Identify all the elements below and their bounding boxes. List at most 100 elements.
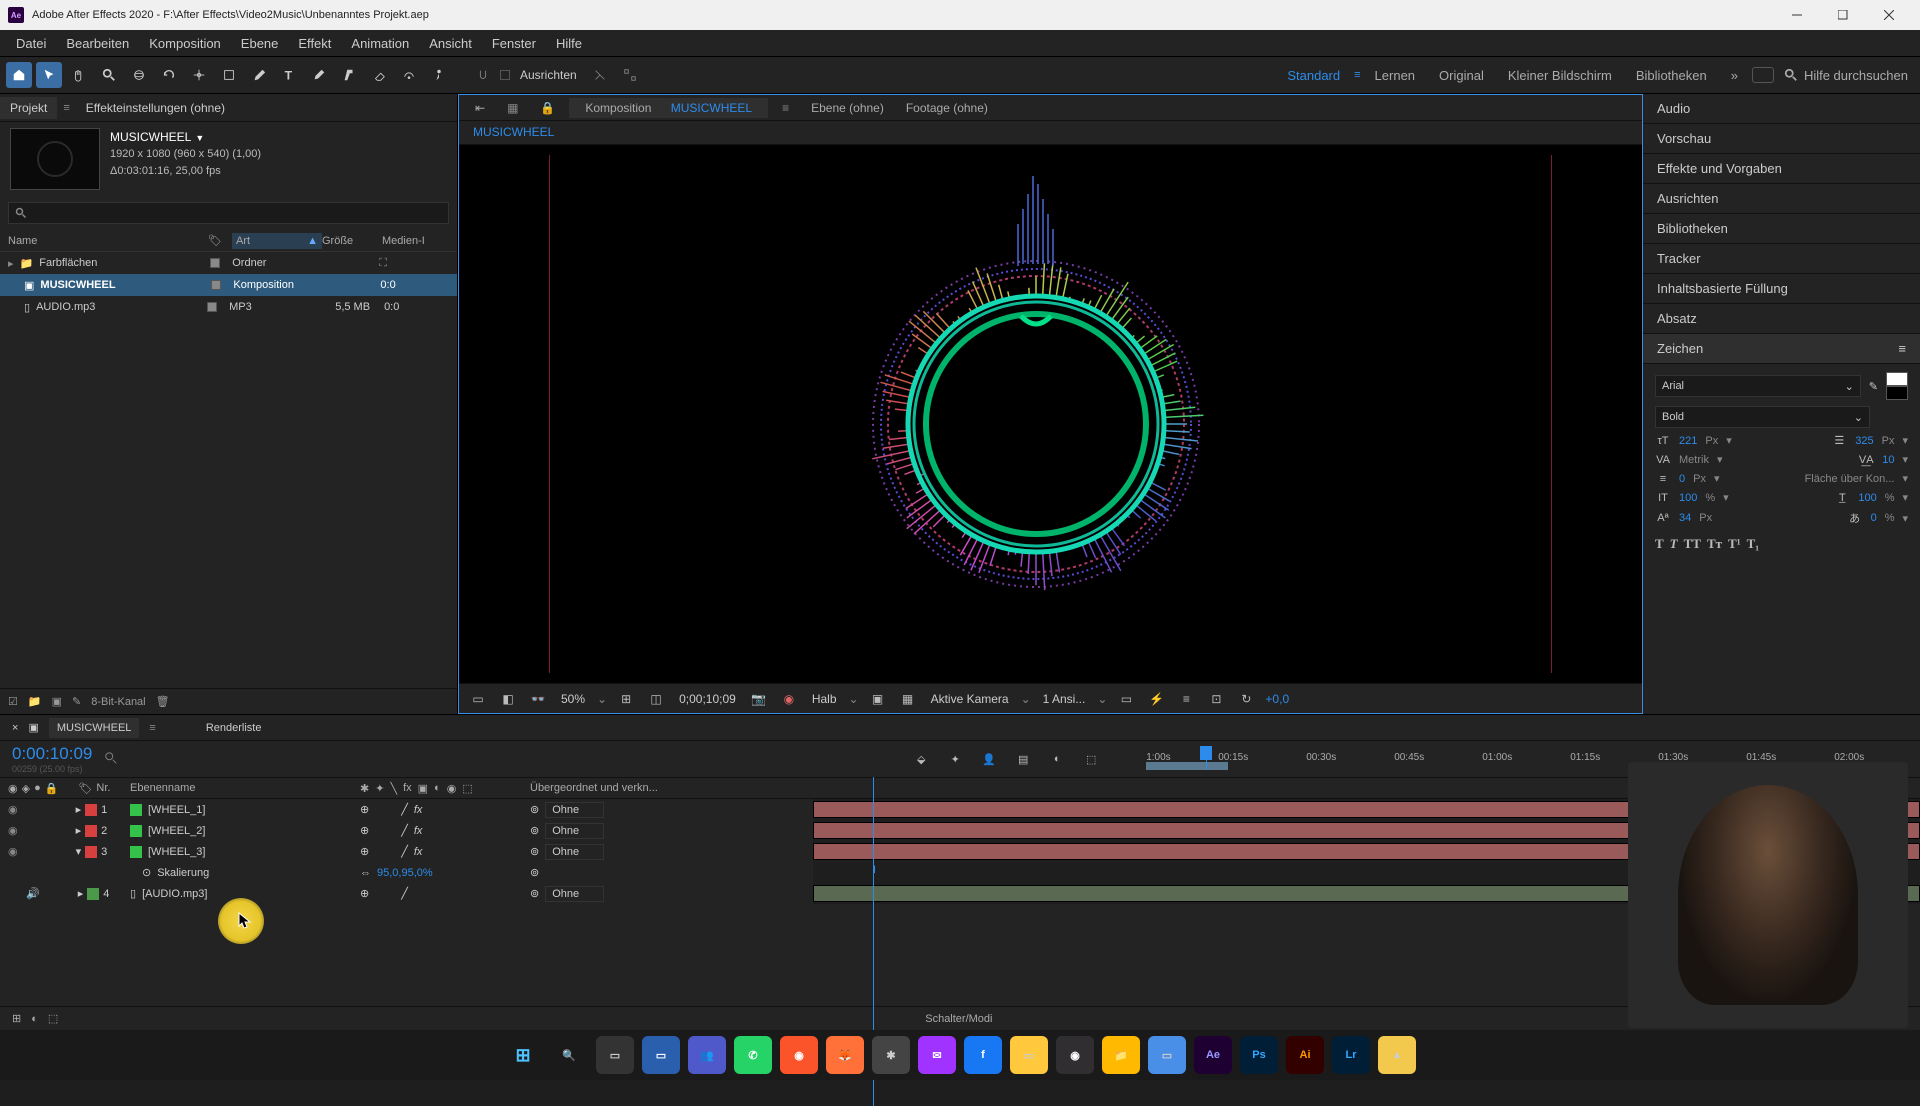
col-name[interactable]: Name <box>8 235 208 247</box>
parent-pick-icon[interactable]: ⊚ <box>530 887 539 900</box>
col-tag-icon[interactable]: 🏷 <box>208 234 232 247</box>
channel-icon[interactable]: ◉ <box>778 688 800 710</box>
align-checkbox[interactable] <box>500 70 510 80</box>
project-row-folder[interactable]: ▸ 📁 Farbflächen Ordner ⛶ <box>0 252 457 274</box>
superscript-button[interactable]: T¹ <box>1728 536 1741 552</box>
smallcaps-button[interactable]: Tᴛ <box>1707 536 1722 552</box>
menu-bearbeiten[interactable]: Bearbeiten <box>58 33 137 54</box>
files-icon[interactable]: 📁 <box>1102 1036 1140 1074</box>
tl-graph-icon[interactable]: ▤ <box>1012 748 1034 770</box>
exposure-value[interactable]: +0,0 <box>1265 692 1289 706</box>
baseline-value[interactable]: 34 <box>1679 512 1691 524</box>
tab-projekt[interactable]: Projekt <box>0 97 57 119</box>
roi-icon[interactable]: ▣ <box>867 688 889 710</box>
orbit-tool[interactable] <box>126 62 152 88</box>
workspace-kleiner[interactable]: Kleiner Bildschirm <box>1498 68 1622 83</box>
start-button[interactable]: ⊞ <box>504 1036 542 1074</box>
trash-icon[interactable]: 🗑 <box>156 695 170 708</box>
transp-icon[interactable]: ▦ <box>897 688 919 710</box>
tl-opt1-icon[interactable]: ⬙ <box>910 748 932 770</box>
eye-icon[interactable]: ◉ <box>8 845 18 858</box>
workspace-lernen[interactable]: Lernen <box>1365 68 1425 83</box>
tl-mb-icon[interactable]: ◐ <box>1046 748 1068 770</box>
app1-icon[interactable]: ✱ <box>872 1036 910 1074</box>
menu-ebene[interactable]: Ebene <box>233 33 287 54</box>
chevron-down-icon[interactable]: ⌄ <box>849 692 859 706</box>
help-search[interactable]: Hilfe durchsuchen <box>1778 68 1914 83</box>
parent-pick-icon[interactable]: ⊚ <box>530 845 539 858</box>
menu-hilfe[interactable]: Hilfe <box>548 33 590 54</box>
explorer-icon[interactable]: ▭ <box>642 1036 680 1074</box>
vscale-value[interactable]: 100 <box>1858 492 1876 504</box>
menu-ansicht[interactable]: Ansicht <box>421 33 480 54</box>
project-row-comp[interactable]: ▣ MUSICWHEEL Komposition 0:0 <box>0 274 457 296</box>
font-weight-select[interactable]: Bold⌄ <box>1655 406 1870 428</box>
menu-effekt[interactable]: Effekt <box>290 33 339 54</box>
tab-footage[interactable]: Footage (ohne) <box>898 98 996 118</box>
menu-animation[interactable]: Animation <box>343 33 417 54</box>
hscale-value[interactable]: 100 <box>1679 492 1697 504</box>
panel-bibliotheken[interactable]: Bibliotheken <box>1643 214 1920 244</box>
workspace-standard[interactable]: Standard <box>1277 68 1350 83</box>
frame-blend-icon[interactable]: ◐ <box>31 1013 38 1025</box>
eraser-tool[interactable] <box>366 62 392 88</box>
views-dropdown[interactable]: 1 Ansi... <box>1039 692 1090 706</box>
grid-icon[interactable]: ⊞ <box>615 688 637 710</box>
panel-tracker[interactable]: Tracker <box>1643 244 1920 274</box>
col-art[interactable]: Art ▲ <box>232 233 322 249</box>
tab-ebene[interactable]: Ebene (ohne) <box>803 98 892 118</box>
hand-tool[interactable] <box>66 62 92 88</box>
tab-komposition-menu[interactable]: ≡ <box>774 98 797 118</box>
panel-zeichen[interactable]: Zeichen≡ <box>1643 334 1920 364</box>
timeline-tab-menu[interactable]: ≡ <box>149 722 155 734</box>
parent-dropdown[interactable]: Ohne <box>545 823 604 839</box>
work-area-bar[interactable] <box>1146 762 1228 770</box>
leading-value[interactable]: 325 <box>1855 435 1873 447</box>
magnify-icon[interactable]: ▭ <box>467 688 489 710</box>
panel-audio[interactable]: Audio <box>1643 94 1920 124</box>
roto-tool[interactable] <box>396 62 422 88</box>
search-taskbar-icon[interactable]: 🔍 <box>550 1036 588 1074</box>
workspace-panel-icon[interactable] <box>1752 67 1774 83</box>
maximize-button[interactable] <box>1820 0 1866 30</box>
tab-komposition[interactable]: Komposition MUSICWHEEL <box>569 98 768 118</box>
notes-icon[interactable]: ▭ <box>1010 1036 1048 1074</box>
mask-icon[interactable]: 👓 <box>527 688 549 710</box>
ps-taskbar-icon[interactable]: Ps <box>1240 1036 1278 1074</box>
chevron-down-icon[interactable]: ⌄ <box>1021 692 1031 706</box>
fast-prev-icon[interactable]: ⚡ <box>1145 688 1167 710</box>
res-dropdown[interactable]: Halb <box>808 692 841 706</box>
res-icon[interactable]: ◧ <box>497 688 519 710</box>
stopwatch-icon[interactable]: ⊙ <box>130 866 151 879</box>
home-button[interactable] <box>6 62 32 88</box>
workspace-bibliotheken[interactable]: Bibliotheken <box>1626 68 1717 83</box>
timeline-close-icon[interactable]: × <box>12 722 18 734</box>
eye-icon[interactable]: ◉ <box>8 803 18 816</box>
font-family-select[interactable]: Arial⌄ <box>1655 375 1861 397</box>
timeline-tab[interactable]: MUSICWHEEL <box>49 718 140 738</box>
app3-icon[interactable]: ▲ <box>1378 1036 1416 1074</box>
comp-lock-icon[interactable]: ⇤ <box>467 98 493 118</box>
tl-opt2-icon[interactable]: ✦ <box>944 748 966 770</box>
notepad-icon[interactable]: ▭ <box>1148 1036 1186 1074</box>
parent-pick-icon[interactable]: ⊚ <box>530 824 539 837</box>
anchor-tool[interactable] <box>186 62 212 88</box>
parent-dropdown[interactable]: Ohne <box>545 886 604 902</box>
scale-value[interactable]: 95,0,95,0% <box>377 867 433 879</box>
font-size-value[interactable]: 221 <box>1679 435 1697 447</box>
new-folder-icon[interactable]: 📁 <box>28 695 42 708</box>
panel-vorschau[interactable]: Vorschau <box>1643 124 1920 154</box>
faux-bold-button[interactable]: T <box>1655 536 1664 552</box>
timeline-icon[interactable]: ≡ <box>1175 688 1197 710</box>
tab-renderliste[interactable]: Renderliste <box>206 722 262 734</box>
brave-icon[interactable]: ◉ <box>780 1036 818 1074</box>
snap-opt-icon[interactable] <box>587 62 613 88</box>
tsume-value[interactable]: 0 <box>1871 512 1877 524</box>
menu-datei[interactable]: Datei <box>8 33 54 54</box>
timeline-timecode[interactable]: 0:00:10:09 <box>12 744 92 764</box>
clone-tool[interactable] <box>336 62 362 88</box>
chevron-down-icon[interactable]: ▼ <box>195 133 204 143</box>
chevron-down-icon[interactable]: ⌄ <box>1097 692 1107 706</box>
tl-shy-icon[interactable]: 👤 <box>978 748 1000 770</box>
panel-effekte[interactable]: Effekte und Vorgaben <box>1643 154 1920 184</box>
